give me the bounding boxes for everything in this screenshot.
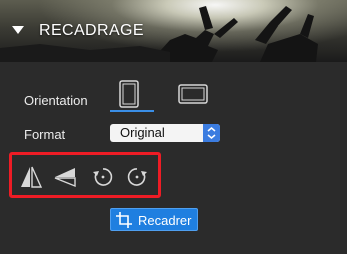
- flip-horizontal-icon: [21, 166, 43, 188]
- triangle-down-icon[interactable]: [12, 26, 24, 34]
- landscape-frame-icon: [178, 84, 208, 104]
- flip-horizontal-button[interactable]: [18, 164, 44, 190]
- section-title: RECADRAGE: [39, 22, 144, 39]
- section-header[interactable]: RECADRAGE: [0, 0, 347, 62]
- crop-icon: [116, 212, 132, 228]
- format-label: Format: [24, 127, 66, 142]
- flip-vertical-button[interactable]: [53, 164, 79, 190]
- format-select[interactable]: Original: [110, 124, 220, 142]
- crop-panel: RECADRAGE Orientation Format Original Re…: [0, 0, 347, 254]
- rotate-right-icon: [127, 168, 147, 186]
- rotate-left-icon: [93, 168, 113, 186]
- orientation-landscape-button[interactable]: [175, 76, 211, 112]
- orientation-selected-indicator: [110, 110, 154, 112]
- rotate-left-button[interactable]: [90, 164, 116, 190]
- format-selected-value: Original: [120, 125, 165, 140]
- crop-button[interactable]: Recadrer: [110, 208, 198, 231]
- orientation-label: Orientation: [24, 93, 88, 108]
- rotate-right-button[interactable]: [124, 164, 150, 190]
- portrait-frame-icon: [119, 80, 139, 108]
- crop-button-label: Recadrer: [138, 213, 192, 228]
- updown-chevron-icon: [203, 124, 220, 142]
- flip-vertical-icon: [54, 168, 76, 188]
- orientation-portrait-button[interactable]: [111, 76, 147, 112]
